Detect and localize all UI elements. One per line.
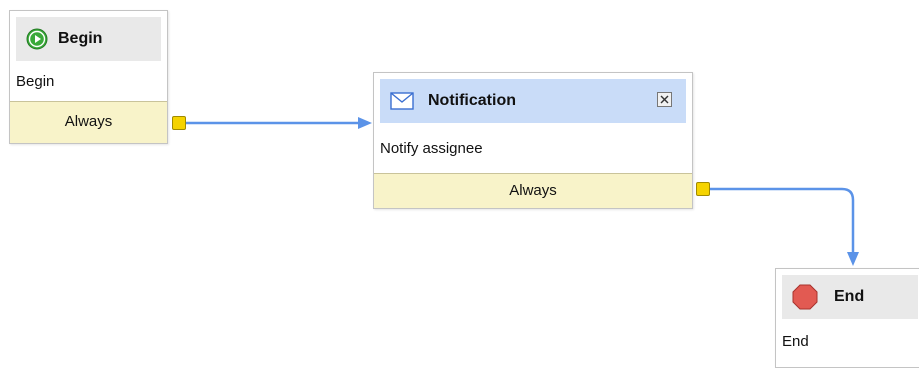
end-node-title: End: [834, 288, 865, 305]
envelope-icon: [390, 92, 414, 110]
begin-node-header[interactable]: Begin: [16, 17, 161, 61]
begin-node[interactable]: Begin Begin Always: [9, 10, 168, 144]
end-node-body: End: [782, 333, 809, 350]
arrowhead-notification: [358, 117, 372, 129]
begin-node-title: Begin: [58, 30, 103, 47]
begin-output-port[interactable]: [172, 116, 186, 130]
notification-node-body: Notify assignee: [380, 140, 483, 157]
begin-node-body: Begin: [16, 73, 55, 90]
connector-notification-to-end[interactable]: [710, 187, 855, 255]
notification-node-header[interactable]: Notification: [380, 79, 686, 123]
notification-node-footer: Always: [374, 173, 692, 208]
notification-output-port[interactable]: [696, 182, 710, 196]
arrowhead-end: [847, 252, 859, 266]
begin-node-footer: Always: [10, 101, 167, 143]
close-icon[interactable]: [657, 92, 672, 107]
end-node-header[interactable]: End: [782, 275, 918, 319]
end-node[interactable]: End End: [775, 268, 919, 368]
play-icon: [26, 28, 48, 50]
notification-node-title: Notification: [428, 92, 516, 109]
stop-icon: [792, 284, 818, 310]
notification-node[interactable]: Notification Notify assignee Always: [373, 72, 693, 209]
